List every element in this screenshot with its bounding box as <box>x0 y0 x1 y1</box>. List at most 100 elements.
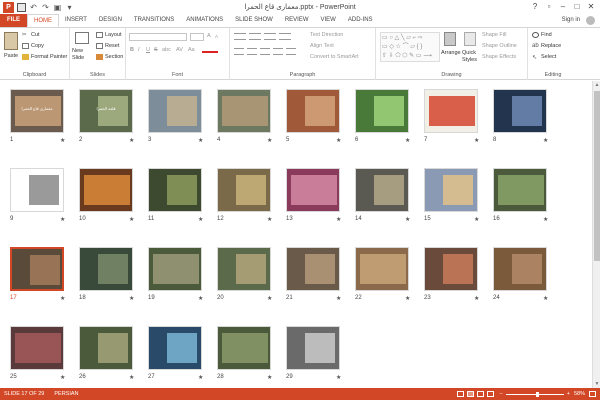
tab-home[interactable]: HOME <box>27 14 59 27</box>
slide-thumbnail[interactable] <box>10 168 64 212</box>
slide-sorter-view-icon[interactable] <box>466 391 474 397</box>
slide-transition-icon[interactable]: ★ <box>336 374 341 381</box>
tab-animations[interactable]: ANIMATIONS <box>180 14 229 27</box>
slide-transition-icon[interactable]: ★ <box>129 374 134 381</box>
slide-transition-icon[interactable]: ★ <box>336 137 341 144</box>
slide-thumbnail[interactable] <box>355 168 409 212</box>
slide-thumbnail[interactable] <box>10 326 64 370</box>
slide-transition-icon[interactable]: ★ <box>267 374 272 381</box>
scroll-thumb[interactable] <box>594 91 600 261</box>
arrange-icon[interactable] <box>444 32 456 46</box>
shrink-font-button[interactable]: A <box>215 34 218 39</box>
normal-view-icon[interactable] <box>456 391 464 397</box>
tab-transitions[interactable]: TRANSITIONS <box>128 14 180 27</box>
shape-effects-button[interactable]: Shape Effects <box>482 54 516 60</box>
fit-slide-icon[interactable] <box>589 391 596 397</box>
close-icon[interactable]: ✕ <box>584 1 598 12</box>
slide-thumbnail[interactable] <box>286 89 340 133</box>
slide-transition-icon[interactable]: ★ <box>198 295 203 302</box>
strikethrough-button[interactable]: S <box>154 47 158 53</box>
scroll-up-icon[interactable]: ▲ <box>593 81 600 89</box>
font-color-button[interactable] <box>202 47 218 53</box>
slide-thumbnail[interactable] <box>217 326 271 370</box>
slide-transition-icon[interactable]: ★ <box>336 216 341 223</box>
italic-button[interactable]: I <box>138 47 140 53</box>
vertical-scrollbar[interactable]: ▲ ▼ <box>592 81 600 388</box>
slide-transition-icon[interactable]: ★ <box>198 216 203 223</box>
text-shadow-button[interactable]: abc <box>162 47 171 53</box>
paste-button[interactable]: Paste <box>4 53 18 59</box>
slide-transition-icon[interactable]: ★ <box>60 295 65 302</box>
help-icon[interactable]: ? <box>528 1 542 12</box>
tab-add-ins[interactable]: ADD-INS <box>342 14 379 27</box>
slide-thumbnail[interactable] <box>355 247 409 291</box>
slide-thumbnail[interactable] <box>493 89 547 133</box>
slide-show-icon[interactable] <box>486 391 494 397</box>
slide-transition-icon[interactable]: ★ <box>543 295 548 302</box>
new-slide-button[interactable]: New Slide <box>72 48 94 62</box>
select-button[interactable]: ↖ Select <box>532 54 556 61</box>
slide-transition-icon[interactable]: ★ <box>129 216 134 223</box>
maximize-icon[interactable]: □ <box>570 1 584 12</box>
slide-transition-icon[interactable]: ★ <box>474 295 479 302</box>
slide-thumbnail[interactable] <box>493 168 547 212</box>
slide-transition-icon[interactable]: ★ <box>60 374 65 381</box>
bold-button[interactable]: B <box>130 47 134 53</box>
format-painter-button[interactable]: Format Painter <box>22 54 67 60</box>
slide-thumbnail[interactable] <box>355 89 409 133</box>
slide-thumbnail[interactable]: معماری قاع الحمرا <box>10 89 64 133</box>
slide-thumbnail[interactable] <box>217 89 271 133</box>
character-spacing-button[interactable]: AV <box>176 47 183 53</box>
slide-thumbnail[interactable] <box>79 247 133 291</box>
slide-transition-icon[interactable]: ★ <box>129 295 134 302</box>
slide-thumbnail[interactable] <box>217 168 271 212</box>
zoom-in-button[interactable]: + <box>567 391 570 397</box>
slide-thumbnail[interactable] <box>286 326 340 370</box>
tab-design[interactable]: DESIGN <box>93 14 128 27</box>
quick-styles-icon[interactable] <box>464 32 476 46</box>
tab-view[interactable]: VIEW <box>315 14 342 27</box>
zoom-out-button[interactable]: − <box>500 391 503 397</box>
text-direction-button[interactable]: Text Direction <box>310 32 343 38</box>
slide-thumbnail[interactable] <box>148 168 202 212</box>
shapes-gallery[interactable]: ▭ ○ △ ╲ ▱ ⌐ ⇨ ▭ ◇ ☆ ⌒ ▱ { } ⇧ ⇩ ⬠ ⬡ ✎ ▭ ⟶ <box>380 32 440 62</box>
slide-thumbnail[interactable] <box>424 168 478 212</box>
copy-button[interactable]: Copy <box>22 43 44 49</box>
grow-font-button[interactable]: A <box>207 33 211 39</box>
slide-thumbnail[interactable] <box>424 89 478 133</box>
convert-smartart-button[interactable]: Convert to SmartArt <box>310 54 359 60</box>
layout-button[interactable]: Layout <box>96 32 122 38</box>
cut-button[interactable]: ✂ Cut <box>22 32 40 38</box>
zoom-level[interactable]: 58% <box>574 391 585 397</box>
slide-transition-icon[interactable]: ★ <box>198 374 203 381</box>
slide-thumbnail[interactable] <box>424 247 478 291</box>
reset-button[interactable]: Reset <box>96 43 119 49</box>
slide-transition-icon[interactable]: ★ <box>267 216 272 223</box>
slide-thumbnail[interactable] <box>148 89 202 133</box>
slide-transition-icon[interactable]: ★ <box>405 295 410 302</box>
slide-transition-icon[interactable]: ★ <box>267 137 272 144</box>
tab-slide-show[interactable]: SLIDE SHOW <box>229 14 279 27</box>
slide-transition-icon[interactable]: ★ <box>129 137 134 144</box>
slide-transition-icon[interactable]: ★ <box>267 295 272 302</box>
new-slide-icon[interactable] <box>75 32 89 44</box>
reading-view-icon[interactable] <box>476 391 484 397</box>
arrange-button[interactable]: Arrange <box>441 50 461 56</box>
font-size-select[interactable] <box>190 33 204 41</box>
slide-transition-icon[interactable]: ★ <box>405 216 410 223</box>
slide-transition-icon[interactable]: ★ <box>405 137 410 144</box>
restore-icon[interactable]: ▫ <box>542 1 556 12</box>
minimize-icon[interactable]: – <box>556 1 570 12</box>
shape-fill-button[interactable]: Shape Fill <box>482 32 506 38</box>
slide-thumbnail[interactable] <box>286 247 340 291</box>
slide-thumbnail[interactable] <box>286 168 340 212</box>
align-text-button[interactable]: Align Text <box>310 43 334 49</box>
tab-review[interactable]: REVIEW <box>279 14 315 27</box>
zoom-slider-thumb[interactable] <box>535 391 539 397</box>
list-buttons[interactable] <box>234 33 304 41</box>
underline-button[interactable]: U <box>146 47 150 53</box>
slide-transition-icon[interactable]: ★ <box>474 216 479 223</box>
slide-transition-icon[interactable]: ★ <box>60 216 65 223</box>
change-case-button[interactable]: Aa <box>188 47 195 53</box>
tab-file[interactable]: FILE <box>0 14 27 27</box>
